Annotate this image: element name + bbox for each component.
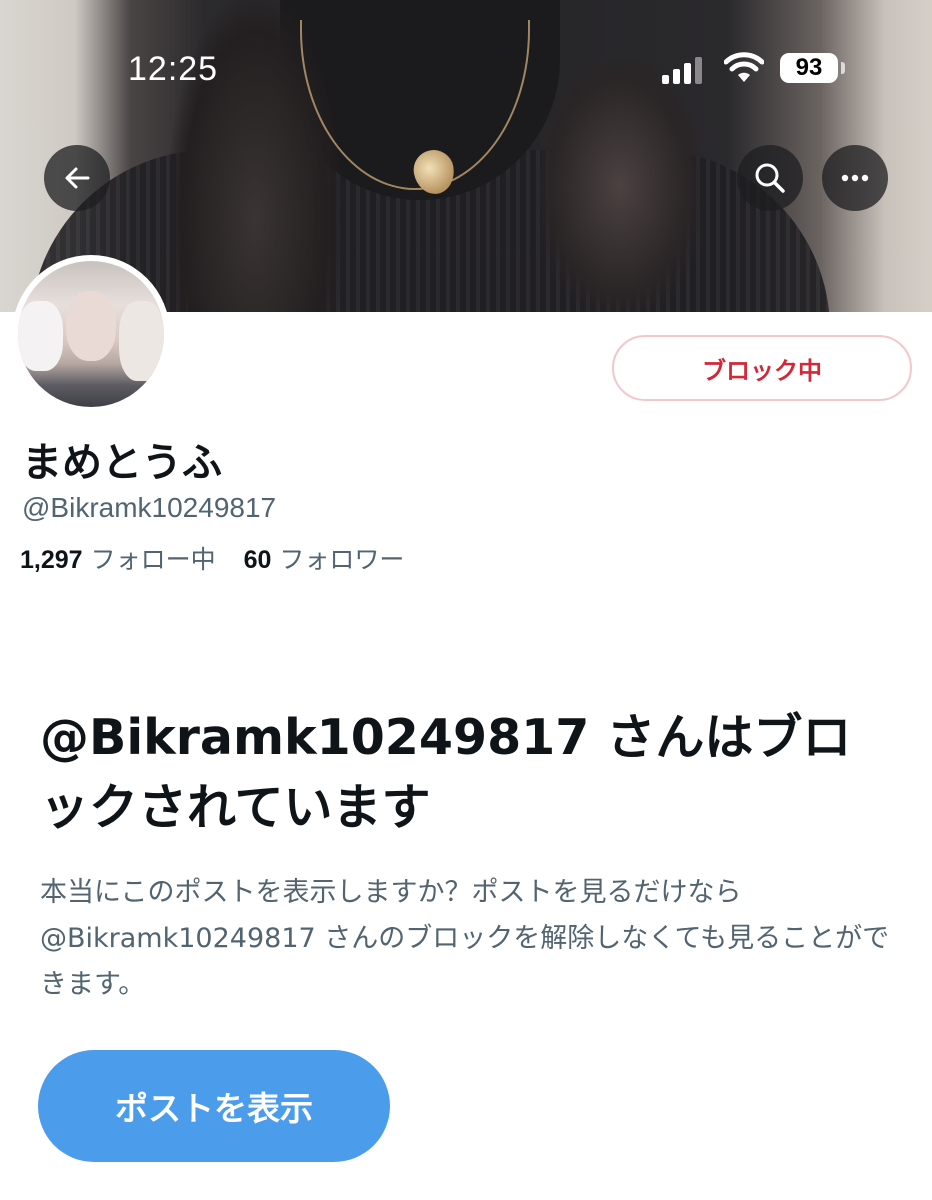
avatar[interactable] bbox=[12, 255, 170, 413]
avatar-image-detail bbox=[119, 301, 164, 381]
arrow-left-icon bbox=[65, 167, 90, 189]
followers-link[interactable]: 60 フォロワー bbox=[244, 540, 405, 576]
status-time: 12:25 bbox=[128, 50, 219, 88]
following-label: フォロー中 bbox=[90, 545, 216, 574]
avatar-image bbox=[18, 261, 164, 407]
back-button[interactable] bbox=[44, 145, 110, 211]
user-handle: @Bikramk10249817 bbox=[22, 492, 277, 523]
blocked-notice-description: 本当にこのポストを表示しますか？ポストを見るだけなら@Bikramk102498… bbox=[40, 877, 890, 1000]
follow-stats: 1,297 フォロー中 60 フォロワー bbox=[20, 540, 404, 576]
blocked-notice-title: @Bikramk10249817 さんはブロックされています bbox=[40, 709, 852, 836]
wifi-icon bbox=[724, 52, 764, 82]
following-count: 1,297 bbox=[20, 546, 83, 574]
avatar-image-detail bbox=[18, 301, 63, 371]
display-name: まめとうふ bbox=[22, 440, 222, 486]
blocked-button[interactable]: ブロック中 bbox=[612, 335, 912, 401]
followers-label: フォロワー bbox=[279, 545, 405, 574]
more-options-button[interactable] bbox=[822, 145, 888, 211]
avatar-image-detail bbox=[66, 291, 116, 361]
battery-indicator: 93 bbox=[780, 53, 838, 83]
search-icon bbox=[755, 163, 785, 193]
banner-image-hair-right bbox=[540, 60, 700, 312]
cellular-signal-icon bbox=[662, 57, 702, 84]
following-link[interactable]: 1,297 フォロー中 bbox=[20, 540, 216, 576]
search-button[interactable] bbox=[737, 145, 803, 211]
followers-count: 60 bbox=[243, 546, 272, 574]
view-posts-button[interactable]: ポストを表示 bbox=[38, 1050, 390, 1162]
more-horizontal-icon bbox=[841, 174, 869, 182]
battery-tip bbox=[841, 62, 845, 74]
